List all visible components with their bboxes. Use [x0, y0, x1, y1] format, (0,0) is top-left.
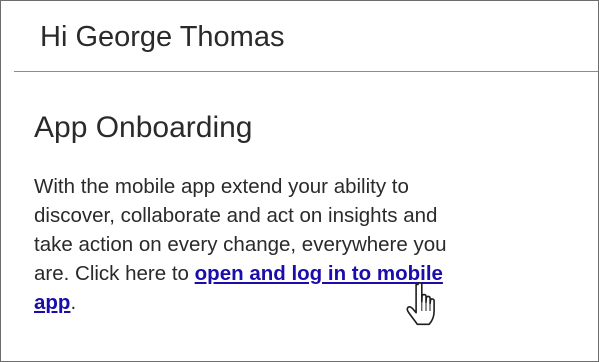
header-divider — [14, 71, 598, 72]
onboarding-description: With the mobile app extend your ability … — [34, 172, 599, 317]
description-line-2: discover, collaborate and act on insight… — [34, 204, 438, 227]
description-line-1: With the mobile app extend your ability … — [34, 175, 409, 198]
description-line-4: are. Click here to open and log in to mo… — [34, 259, 599, 288]
description-prefix: are. Click here to — [34, 262, 195, 285]
trailing-period: . — [70, 291, 77, 314]
greeting-title: Hi George Thomas — [40, 21, 285, 53]
description-line-5: app. — [34, 288, 599, 317]
open-mobile-app-link-continued[interactable]: app — [34, 291, 70, 314]
link-text-part-2[interactable]: app — [34, 291, 70, 314]
onboarding-panel: Hi George Thomas App Onboarding With the… — [0, 0, 599, 362]
hand-pointer-icon — [406, 282, 435, 326]
description-line-3: take action on every change, everywhere … — [34, 233, 447, 256]
section-title: App Onboarding — [34, 111, 253, 144]
